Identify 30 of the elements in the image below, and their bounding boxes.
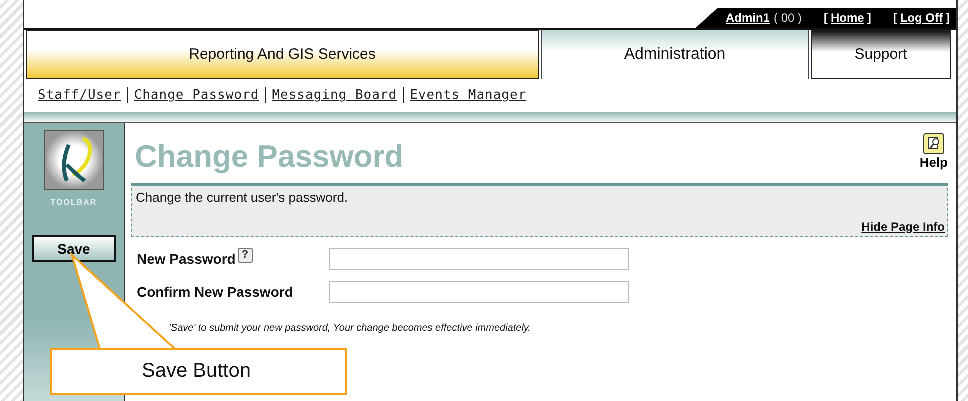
toolbar-caption: TOOLBAR xyxy=(50,198,98,207)
header-link[interactable]: Log Off xyxy=(900,11,943,25)
save-button[interactable]: Save xyxy=(32,235,116,262)
nav-tab[interactable]: Administration xyxy=(541,30,809,79)
bracket-text: [ xyxy=(893,11,898,25)
user-count: ( 00 ) xyxy=(774,11,802,25)
field-label: Confirm New Password xyxy=(137,284,294,300)
hide-info-link[interactable]: Hide Page Info xyxy=(862,220,945,234)
nav-tab[interactable]: Support xyxy=(811,30,951,79)
user-link[interactable]: Admin1 xyxy=(726,11,770,25)
field-help-icon[interactable]: ? xyxy=(238,248,253,263)
hint-text: 'Save' to submit your new password, Your change becomes effective immediately. xyxy=(169,323,532,334)
help-icon xyxy=(922,133,945,155)
password-field[interactable] xyxy=(329,248,629,270)
bracket-text: ] xyxy=(867,11,872,25)
page-title: Change Password xyxy=(135,139,404,175)
subnav-link[interactable]: Staff/User xyxy=(38,88,122,102)
subnav-link[interactable]: Events Manager xyxy=(410,88,527,102)
header-link[interactable]: Home xyxy=(831,11,864,25)
page-info-text: Change the current user's password. xyxy=(136,190,350,205)
subnav-link[interactable]: Messaging Board xyxy=(272,88,398,102)
subnav-link[interactable]: Change Password xyxy=(134,88,260,102)
bracket-text: ] xyxy=(946,11,950,25)
nav-tab[interactable]: Reporting And GIS Services xyxy=(26,30,539,79)
logo-icon xyxy=(44,130,104,190)
password-field[interactable] xyxy=(329,281,629,303)
bracket-text: [ xyxy=(824,11,828,25)
callout-text: Save Button xyxy=(142,360,251,383)
help-button[interactable]: Help xyxy=(920,133,948,175)
field-label: New Password xyxy=(137,251,236,267)
